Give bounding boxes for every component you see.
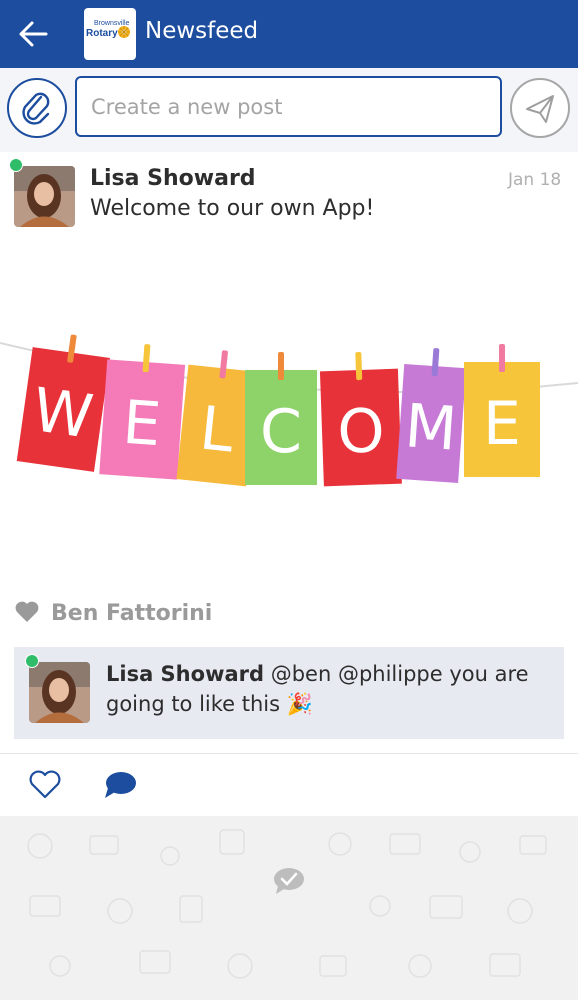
banner-letter: E xyxy=(121,388,164,460)
welcome-banner-image[interactable]: WELCOME xyxy=(0,318,578,518)
banner-flag: C xyxy=(245,352,317,485)
like-button[interactable] xyxy=(28,770,62,800)
banner-flag: M xyxy=(396,348,467,484)
comment-button[interactable] xyxy=(102,770,138,802)
banner-flag: O xyxy=(319,352,402,487)
banner-letter: W xyxy=(28,375,96,453)
new-post-input[interactable] xyxy=(75,76,502,137)
heart-outline-icon xyxy=(29,770,61,799)
end-of-feed-check-icon xyxy=(272,866,306,896)
banner-flag: E xyxy=(464,344,540,477)
comment-author[interactable]: Lisa Showard xyxy=(106,662,264,686)
likes-row[interactable]: Ben Fattorini xyxy=(14,600,212,630)
banner-letter: C xyxy=(260,397,302,467)
rotary-wheel-icon xyxy=(118,26,130,38)
commenter-avatar[interactable] xyxy=(29,662,90,723)
rotary-logo: Brownsville Rotary xyxy=(84,8,136,60)
actions-divider xyxy=(0,753,578,754)
send-button[interactable] xyxy=(510,78,570,138)
paperclip-icon xyxy=(22,92,50,125)
online-status-dot xyxy=(25,654,39,668)
send-plane-icon xyxy=(526,95,554,123)
banner-letter: E xyxy=(483,389,521,459)
banner-flag: E xyxy=(99,344,186,480)
back-arrow-icon[interactable] xyxy=(14,14,54,54)
liker-name[interactable]: Ben Fattorini xyxy=(51,601,212,626)
post-date: Jan 18 xyxy=(508,170,562,190)
attach-button[interactable] xyxy=(7,78,67,138)
post-card: Lisa Showard Jan 18 Welcome to our own A… xyxy=(0,152,578,816)
speech-bubble-icon xyxy=(105,772,136,798)
post-author[interactable]: Lisa Showard xyxy=(90,166,256,191)
post-composer xyxy=(0,68,578,152)
page-title: Newsfeed xyxy=(145,18,259,44)
logo-text: Rotary xyxy=(86,28,118,39)
author-avatar[interactable] xyxy=(14,166,75,227)
comment-item: Lisa Showard @ben @philippe you are goin… xyxy=(14,647,564,739)
banner-letter: O xyxy=(336,396,386,468)
comment-body: Lisa Showard @ben @philippe you are goin… xyxy=(106,659,536,719)
doodle-pattern xyxy=(27,829,547,979)
post-text: Welcome to our own App! xyxy=(90,196,375,221)
banner-letter: M xyxy=(403,391,460,464)
heart-filled-icon xyxy=(15,601,39,622)
feed-background xyxy=(0,816,578,1000)
online-status-dot xyxy=(9,158,23,172)
app-header: Brownsville Rotary Newsfeed xyxy=(0,0,578,68)
